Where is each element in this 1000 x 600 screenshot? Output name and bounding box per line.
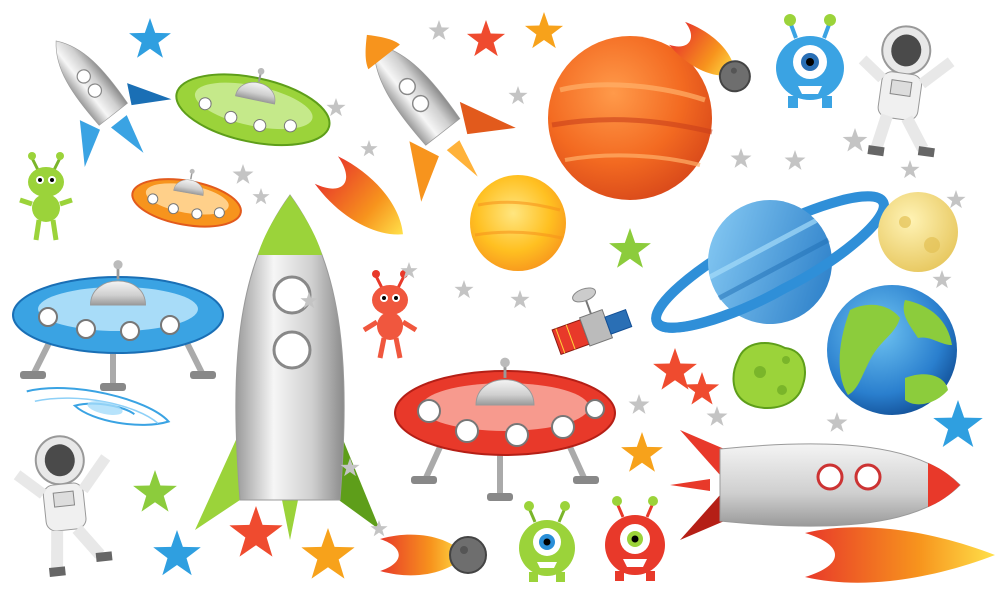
star-red [229,506,283,557]
satellite [551,287,633,356]
ufo-blue [12,258,224,391]
comet-bottom-right [805,527,995,583]
asteroid-green [732,342,806,409]
star-grey [842,128,868,152]
alien-green [19,152,73,241]
star-grey [510,290,530,309]
ufo-green [175,62,331,147]
ufo-red [394,356,616,501]
star-orange [621,432,663,472]
star-green [609,228,651,268]
star-green [133,470,177,512]
rocket-green [195,194,380,540]
astronaut-bottom-left [13,435,113,577]
astronaut-top-right [858,25,955,158]
planet-earth [827,285,957,415]
star-grey [900,160,920,179]
star-grey [232,164,254,184]
star-grey [706,406,728,426]
star-orange [524,12,564,49]
star-blue [129,18,171,58]
rocket-red [670,430,961,540]
star-grey [326,98,346,117]
star-grey [508,86,528,105]
ufo-orange [131,165,242,228]
star-grey [428,20,450,40]
alien-blue-cyclops [776,14,844,108]
space-stickers-scene [12,12,995,583]
star-grey [454,280,474,299]
planet-moon [878,192,958,272]
alien-red [362,270,418,359]
star-blue [153,530,201,576]
alien-red-cyclops [605,496,665,581]
star-red [684,372,720,405]
star-grey [730,148,752,168]
star-grey [252,188,270,205]
star-grey [784,150,806,170]
alien-green-cyclops [519,501,575,582]
star-orange [301,528,355,579]
planet-sun [470,175,566,271]
star-grey [360,140,378,157]
star-blue [933,400,983,448]
star-grey [946,190,966,209]
star-grey [932,270,952,289]
comet-asteroid-bottom [380,534,487,576]
star-grey [826,412,848,432]
comet-top [314,156,403,235]
galaxy [26,387,171,426]
star-red [466,20,506,57]
star-grey [628,394,650,414]
star-red [653,348,697,390]
